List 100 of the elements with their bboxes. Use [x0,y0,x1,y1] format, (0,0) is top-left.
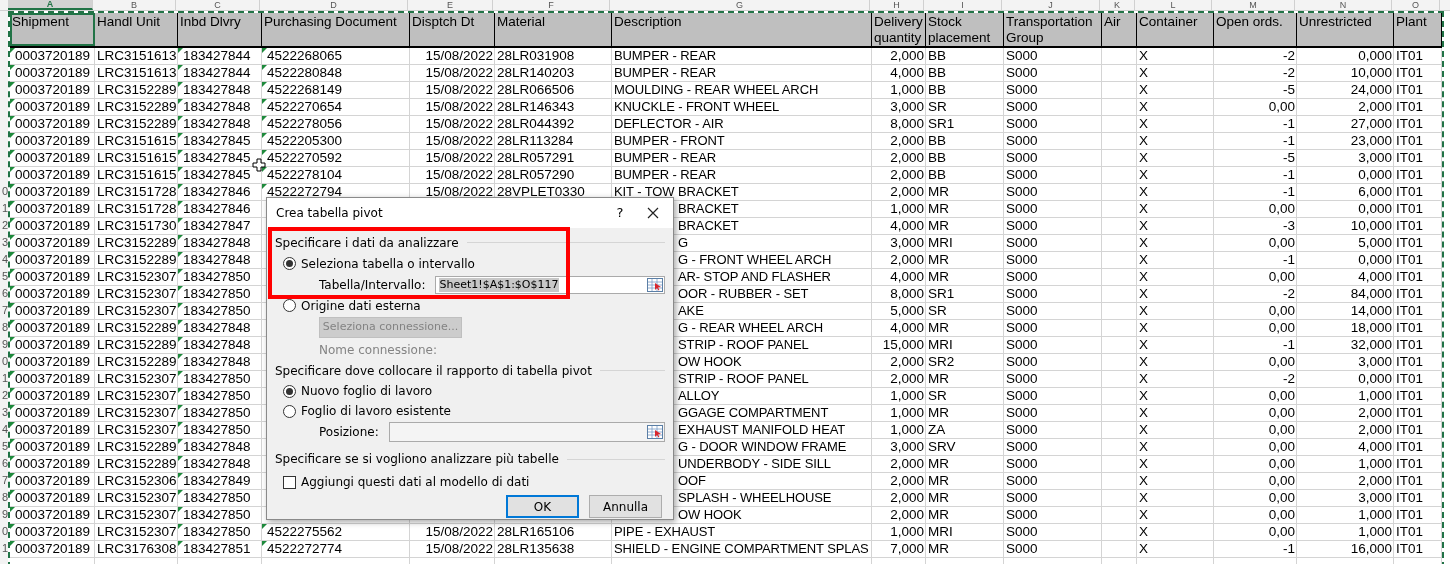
table-cell-text: MR [927,269,950,285]
table-cell-text: X [1138,269,1149,285]
table-cell-text: 183427850 [183,388,252,404]
radio-button[interactable] [283,299,296,312]
table-cell-text: 4522205300 [267,133,344,149]
table-cell-text: 32,000 [1349,337,1393,353]
table-cell-text: X [1138,541,1149,557]
column-header[interactable]: H [870,0,924,10]
table-cell-text: LRC3152307 [96,371,178,387]
table-cell-text: G [677,235,689,251]
table-cell-text: 0003720189 [15,303,92,319]
checkbox[interactable] [283,475,296,489]
error-indicator-icon [10,116,15,121]
error-indicator-icon [178,99,183,104]
column-header[interactable]: A [8,0,93,10]
error-indicator-icon [10,133,15,138]
table-cell-text: 183427845 [183,167,252,183]
column-header[interactable]: D [260,0,408,10]
header-cell: Shipment [10,13,95,46]
error-indicator-icon [262,541,267,546]
column-header[interactable]: N [1295,0,1392,10]
column-header[interactable]: G [610,0,870,10]
error-indicator-icon [262,48,267,53]
range-picker-icon[interactable] [647,425,663,439]
table-cell-text: IT01 [1395,133,1424,149]
table-cell-text: LRC3176308 [96,541,178,557]
radio-button[interactable] [283,404,296,418]
range-field[interactable]: Sheet1!$A$1:$O$117 [435,275,665,294]
table-cell-text: LRC3152289 [96,82,178,98]
column-header[interactable]: B [93,0,176,10]
table-cell-text: 28VPLET0330 [496,184,586,200]
radio-button[interactable] [283,257,296,270]
error-indicator-icon [262,116,267,121]
table-cell-text: 4522275562 [267,524,344,540]
table-cell-text: IT01 [1395,422,1424,438]
column-header[interactable]: E [408,0,493,10]
column-header[interactable]: I [924,0,1002,10]
table-cell-text: IT01 [1395,252,1424,268]
table-cell-text: 0,00 [1267,473,1296,489]
table-cell-text: LRC3152289 [96,116,178,132]
error-indicator-icon [10,201,15,206]
table-cell-text: BUMPER - REAR [613,150,717,166]
error-indicator-icon [178,405,183,410]
table-cell-text: IT01 [1395,337,1424,353]
table-cell-text: G - FRONT WHEEL ARCH [677,252,833,268]
error-indicator-icon [178,150,183,155]
column-header[interactable]: C [176,0,260,10]
table-cell-text: 0003720189 [15,490,92,506]
table-cell-text: 183427846 [183,201,252,217]
table-cell-text: 183427850 [183,490,252,506]
table-cell-text: 84,000 [1349,286,1393,302]
header-cell: Open ords. [1214,13,1297,46]
table-cell-text: SHIELD - ENGINE COMPARTMENT SPLAS [613,541,870,557]
table-cell-text: LRC3151728 [96,184,178,200]
table-cell-text: 1,000 [889,405,925,421]
close-icon[interactable] [647,207,659,219]
table-cell-text: 0,00 [1267,439,1296,455]
table-cell-text: 15/08/2022 [424,150,494,166]
table-cell-text: 1,000 [889,422,925,438]
table-cell-text: X [1138,286,1149,302]
column-header[interactable]: O [1392,0,1440,10]
table-cell-text: MR [927,473,950,489]
row-number: 9 [1,506,8,521]
table-cell-text: 2,000 [889,354,925,370]
table-cell-text: BB [927,65,947,81]
table-cell-text: S000 [1005,269,1039,285]
error-indicator-icon [262,133,267,138]
error-indicator-icon [262,65,267,70]
table-cell-text: S000 [1005,99,1039,115]
radio-button[interactable] [283,384,296,398]
dialog-button[interactable]: Annulla [589,495,662,518]
table-cell-text: IT01 [1395,541,1424,557]
error-indicator-icon [10,48,15,53]
table-cell-text: LRC3152307 [96,405,178,421]
column-header[interactable]: K [1100,0,1135,10]
table-cell-text: LRC3152307 [96,286,178,302]
column-header[interactable]: L [1135,0,1212,10]
dialog-button[interactable]: OK [506,495,579,518]
table-cell-text: X [1138,184,1149,200]
column-header[interactable]: F [493,0,610,10]
table-cell-text: X [1138,388,1149,404]
row-number: 2 [1,387,8,402]
table-cell-text: 0003720189 [15,184,92,200]
table-cell-text: BUMPER - REAR [613,167,717,183]
column-header[interactable]: M [1212,0,1295,10]
table-cell-text: 183427850 [183,507,252,523]
table-cell-text: S000 [1005,422,1039,438]
table-cell-text: IT01 [1395,65,1424,81]
column-header[interactable]: J [1002,0,1100,10]
table-cell-text: LRC3152289 [96,320,178,336]
table-cell-text: 28LR044392 [496,116,576,132]
table-cell-text: LRC3151730 [96,218,178,234]
table-cell-text: LRC3151613 [96,48,178,64]
help-button[interactable]: ? [605,203,635,223]
header-cell: Material [495,13,612,46]
error-indicator-icon [178,371,183,376]
error-indicator-icon [178,456,183,461]
position-field[interactable] [388,422,665,442]
table-cell-text: BB [927,167,947,183]
range-picker-icon[interactable] [647,277,663,292]
